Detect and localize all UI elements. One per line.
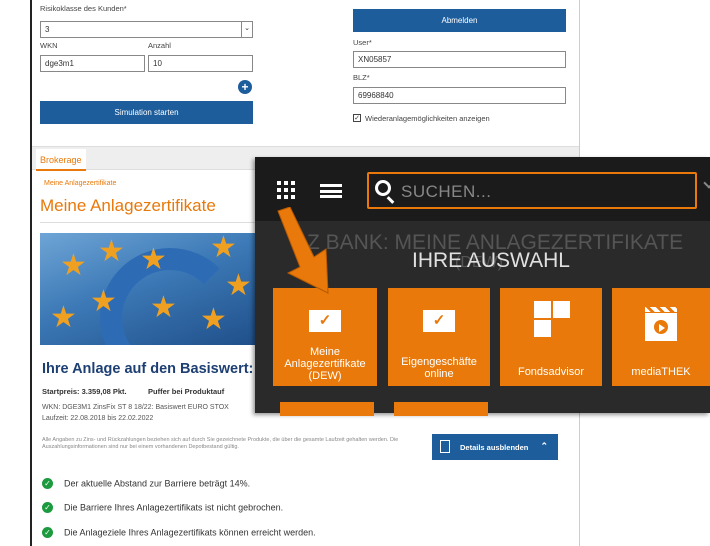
risk-class-value: 3: [45, 25, 50, 34]
page-title: Meine Anlagezertifikate: [40, 196, 216, 215]
star-icon: ★: [200, 303, 227, 336]
tile-label-line: online: [424, 368, 454, 380]
tile-mediathek[interactable]: mediaTHEK: [612, 288, 710, 386]
pointer-arrow-icon: [277, 207, 329, 294]
chevron-down-icon: ⌄: [241, 22, 252, 37]
search-placeholder: SUCHEN...: [401, 182, 492, 201]
status-text: Der aktuelle Abstand zur Barriere beträg…: [64, 478, 251, 489]
tile-own-business[interactable]: Eigengeschäfte online: [388, 288, 490, 386]
section-title: IHRE AUSWAHL: [412, 249, 570, 272]
search-icon: [375, 180, 391, 196]
vr-logo-icon: [309, 310, 341, 332]
tile-label-line: Anlagezertifikate: [284, 358, 366, 370]
risk-class-label: Risikoklasse des Kunden*: [40, 4, 127, 13]
star-icon: ★: [225, 269, 252, 302]
euro-sculpture-image: ★ ★ ★ ★ ★ ★ ★ ★ ★: [40, 233, 260, 345]
tile-label-line: (DEW): [308, 370, 342, 382]
status-text: Die Barriere Ihres Anlagezertifikats ist…: [64, 502, 284, 513]
tile-label-line: Eigengeschäfte: [401, 356, 477, 368]
document-icon: [440, 440, 450, 453]
search-input[interactable]: SUCHEN...: [367, 172, 697, 209]
star-icon: ★: [150, 291, 177, 324]
breadcrumb[interactable]: Meine Anlagezertifikate: [44, 180, 116, 187]
star-icon: ★: [60, 249, 87, 282]
chevron-up-icon: ⌃: [540, 441, 548, 451]
star-icon: ★: [90, 285, 117, 318]
star-icon: ★: [98, 235, 125, 268]
amount-input[interactable]: 10: [148, 55, 253, 72]
fonds-icon: [534, 301, 570, 337]
disclaimer-note: Alle Angaben zu Zins- und Rückzahlungen …: [42, 437, 399, 450]
hamburger-menu-icon[interactable]: [320, 184, 342, 198]
tile-my-certificates[interactable]: Meine Anlagezertifikate (DEW): [273, 288, 377, 386]
buffer-label: Puffer bei Produktauf: [148, 387, 225, 396]
logout-button[interactable]: Abmelden: [353, 9, 566, 32]
wkn-label: WKN: [40, 41, 58, 50]
check-circle-icon: ✓: [42, 502, 53, 514]
tile-label-line: mediaTHEK: [631, 366, 691, 378]
status-check-row: ✓ Die Anlageziele Ihres Anlagezertifikats…: [42, 527, 316, 539]
star-icon: ★: [50, 301, 77, 334]
blz-input[interactable]: 69968840: [353, 87, 566, 104]
details-toggle-button[interactable]: Details ausblenden ⌃: [432, 434, 558, 460]
star-icon: ★: [140, 243, 167, 276]
tab-brokerage[interactable]: Brokerage: [36, 149, 86, 171]
simulation-start-button[interactable]: Simulation starten: [40, 101, 253, 124]
term-line: Laufzeit: 22.08.2018 bis 22.02.2022: [42, 415, 154, 422]
vr-logo-icon: [423, 310, 455, 332]
check-circle-icon: ✓: [42, 527, 53, 539]
details-toggle-label: Details ausblenden: [460, 443, 529, 452]
check-circle-icon: ✓: [42, 478, 53, 490]
apps-grid-icon[interactable]: [277, 181, 295, 199]
reinvest-label: Wiederanlagemöglichkeiten anzeigen: [365, 114, 490, 123]
add-plus-icon[interactable]: +: [238, 80, 252, 94]
status-text: Die Anlageziele Ihres Anlagezertifikats …: [64, 527, 316, 538]
product-heading: Ihre Anlage auf den Basiswert:: [42, 361, 254, 377]
clapperboard-icon: [645, 307, 677, 341]
chevron-down-icon[interactable]: [703, 177, 710, 189]
start-price: Startpreis: 3.359,08 Pkt.: [42, 387, 127, 396]
status-check-row: ✓ Die Barriere Ihres Anlagezertifikats is…: [42, 502, 284, 514]
star-icon: ★: [210, 233, 237, 264]
reinvest-checkbox[interactable]: ✓: [353, 114, 361, 122]
blz-label: BLZ*: [353, 73, 370, 82]
tile-label-line: Fondsadvisor: [517, 366, 585, 378]
tile-label-line: Meine: [310, 346, 340, 358]
wkn-input[interactable]: dge3m1: [40, 55, 145, 72]
tile-partial[interactable]: [394, 402, 488, 416]
tile-fondsadvisor[interactable]: Fondsadvisor: [500, 288, 602, 386]
tile-partial[interactable]: [280, 402, 374, 416]
status-check-row: ✓ Der aktuelle Abstand zur Barriere beträ…: [42, 478, 251, 490]
amount-label: Anzahl: [148, 41, 171, 50]
user-label: User*: [353, 38, 372, 47]
user-input[interactable]: XN05857: [353, 51, 566, 68]
wkn-line: WKN: DGE3M1 ZinsFix ST 8 18/22: Basiswer…: [42, 404, 229, 411]
risk-class-select[interactable]: 3 ⌄: [40, 21, 253, 38]
